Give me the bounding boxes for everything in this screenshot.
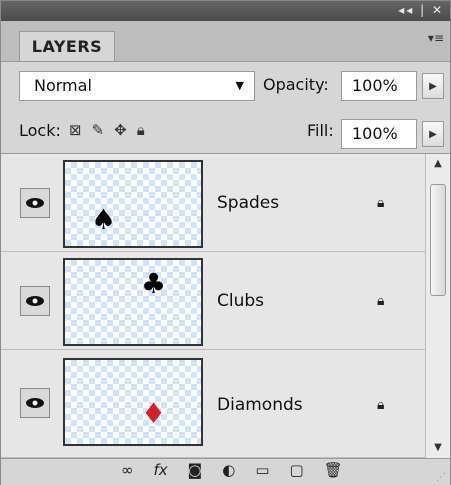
layer-thumbnail: ♠: [63, 160, 203, 248]
lock-icons: ⊠ ✎ ✥ 🔒︎: [69, 121, 145, 139]
bottom-toolbar-icons: ∞ fx ◙ ◐ ▭ ▢ 🗑︎: [121, 461, 343, 479]
chevron-down-icon: ▼: [235, 79, 244, 92]
panel-bottom-toolbar: ∞ fx ◙ ◐ ▭ ▢ 🗑︎ ⋰: [1, 458, 450, 485]
lock-icon: 🔒︎: [377, 397, 385, 413]
layer-row-spades[interactable]: ♠ Spades 🔒︎: [1, 154, 425, 252]
visibility-eye-icon[interactable]: [20, 286, 50, 316]
opacity-label: Opacity:: [263, 75, 329, 94]
layer-thumbnail: ♦: [63, 358, 203, 446]
scroll-down-icon[interactable]: ▼: [426, 438, 450, 456]
lock-fill-row: Lock: ⊠ ✎ ✥ 🔒︎ Fill: 100% ▶: [1, 109, 450, 154]
layer-name[interactable]: Diamonds: [217, 395, 303, 415]
fx-icon[interactable]: fx: [154, 461, 168, 479]
trash-icon[interactable]: 🗑︎: [324, 461, 343, 479]
lock-label: Lock:: [19, 121, 61, 140]
folder-icon[interactable]: ▭: [255, 461, 269, 479]
blend-mode-select[interactable]: Normal ▼: [19, 71, 255, 101]
visibility-eye-icon[interactable]: [20, 188, 50, 218]
layer-thumbnail: ♣: [63, 258, 203, 346]
layer-row-clubs[interactable]: ♣ Clubs 🔒︎: [1, 252, 425, 350]
panel-tab-row: LAYERS ▾≡: [1, 21, 450, 62]
new-layer-icon[interactable]: ▢: [290, 461, 304, 479]
club-icon: ♣: [141, 267, 167, 300]
layers-list: ♠ Spades 🔒︎ ♣ Clubs 🔒︎ ♦ Diamonds �: [1, 154, 425, 458]
layers-panel: ◂◂ | ✕ LAYERS ▾≡ Normal ▼ Opacity: 100% …: [0, 0, 451, 485]
scroll-thumb[interactable]: [430, 184, 446, 296]
lock-icon: 🔒︎: [377, 195, 385, 211]
scroll-up-icon[interactable]: ▲: [426, 154, 450, 172]
blend-mode-value: Normal: [34, 76, 92, 95]
panel-titlebar: ◂◂ | ✕: [1, 1, 450, 21]
move-lock-icon[interactable]: ✥: [114, 121, 127, 139]
spade-icon: ♠: [91, 203, 117, 236]
opacity-slider-button[interactable]: ▶: [422, 73, 444, 99]
blend-opacity-row: Normal ▼ Opacity: 100% ▶: [1, 61, 450, 109]
fill-input[interactable]: 100%: [341, 119, 417, 149]
link-icon[interactable]: ∞: [121, 461, 134, 479]
fill-slider-button[interactable]: ▶: [422, 121, 444, 147]
lock-icon: 🔒︎: [377, 293, 385, 309]
layer-name[interactable]: Spades: [217, 193, 279, 213]
chevron-right-icon: ▶: [429, 128, 437, 140]
layer-name[interactable]: Clubs: [217, 291, 264, 311]
diamond-icon: ♦: [141, 397, 167, 430]
brush-lock-icon[interactable]: ✎: [92, 121, 105, 139]
panel-menu-icon[interactable]: ▾≡: [428, 31, 444, 45]
adjustment-icon[interactable]: ◐: [222, 461, 235, 479]
mask-icon[interactable]: ◙: [188, 461, 203, 479]
resize-grip-icon[interactable]: ⋰: [436, 472, 446, 483]
visibility-eye-icon[interactable]: [20, 388, 50, 418]
chevron-right-icon: ▶: [429, 80, 437, 92]
all-lock-icon[interactable]: 🔒︎: [137, 121, 145, 139]
opacity-input[interactable]: 100%: [341, 71, 417, 101]
fill-label: Fill:: [307, 121, 334, 140]
layers-scrollbar[interactable]: ▲ ▼: [425, 154, 450, 458]
tab-layers[interactable]: LAYERS: [19, 31, 115, 61]
transparent-pixels-lock-icon[interactable]: ⊠: [69, 121, 82, 139]
panel-window-controls[interactable]: ◂◂ | ✕: [398, 3, 444, 17]
layer-row-diamonds[interactable]: ♦ Diamonds 🔒︎: [1, 350, 425, 458]
